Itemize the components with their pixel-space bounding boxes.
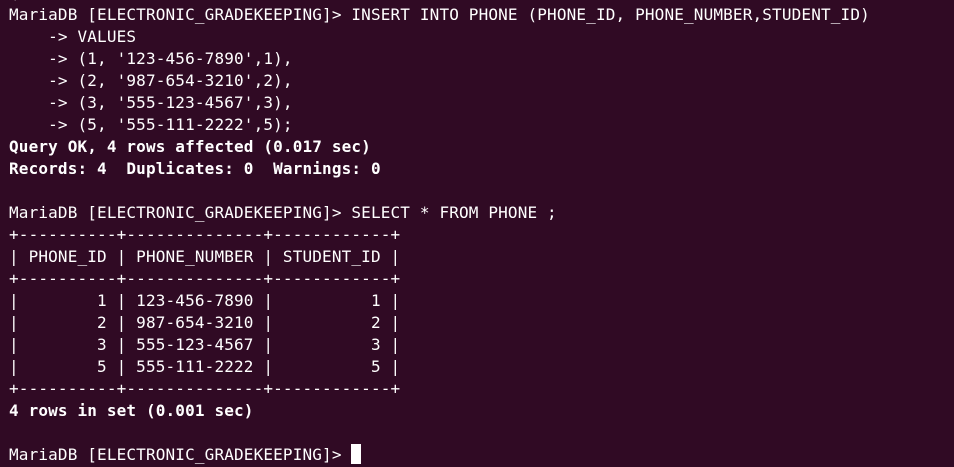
terminal-line: -> (2, '987-654-3210',2), [9, 71, 293, 90]
table-row: | 3 | 555-123-4567 | 3 | [9, 335, 401, 354]
records-summary-line: Records: 4 Duplicates: 0 Warnings: 0 [9, 159, 381, 178]
prompt-line[interactable]: MariaDB [ELECTRONIC_GRADEKEEPING]> [9, 444, 870, 466]
query-result-line: Query OK, 4 rows affected (0.017 sec) [9, 137, 371, 156]
terminal-line: -> (3, '555-123-4567',3), [9, 93, 293, 112]
table-border: +----------+--------------+------------+ [9, 379, 401, 398]
terminal-line: -> VALUES [9, 27, 137, 46]
prompt-text: MariaDB [ELECTRONIC_GRADEKEEPING]> [9, 445, 352, 464]
terminal-window[interactable]: ( MariaDB [ELECTRONIC_GRADEKEEPING]> INS… [0, 0, 954, 467]
terminal-output: MariaDB [ELECTRONIC_GRADEKEEPING]> INSER… [9, 4, 870, 466]
terminal-line: MariaDB [ELECTRONIC_GRADEKEEPING]> INSER… [9, 5, 870, 24]
rows-in-set-line: 4 rows in set (0.001 sec) [9, 401, 254, 420]
terminal-line: -> (5, '555-111-2222',5); [9, 115, 293, 134]
text-cursor [351, 444, 362, 464]
table-border: +----------+--------------+------------+ [9, 269, 401, 288]
table-header-row: | PHONE_ID | PHONE_NUMBER | STUDENT_ID | [9, 247, 401, 266]
terminal-line: MariaDB [ELECTRONIC_GRADEKEEPING]> SELEC… [9, 203, 557, 222]
terminal-line: -> (1, '123-456-7890',1), [9, 49, 293, 68]
table-row: | 1 | 123-456-7890 | 1 | [9, 291, 401, 310]
table-row: | 2 | 987-654-3210 | 2 | [9, 313, 401, 332]
table-row: | 5 | 555-111-2222 | 5 | [9, 357, 401, 376]
table-border: +----------+--------------+------------+ [9, 225, 401, 244]
